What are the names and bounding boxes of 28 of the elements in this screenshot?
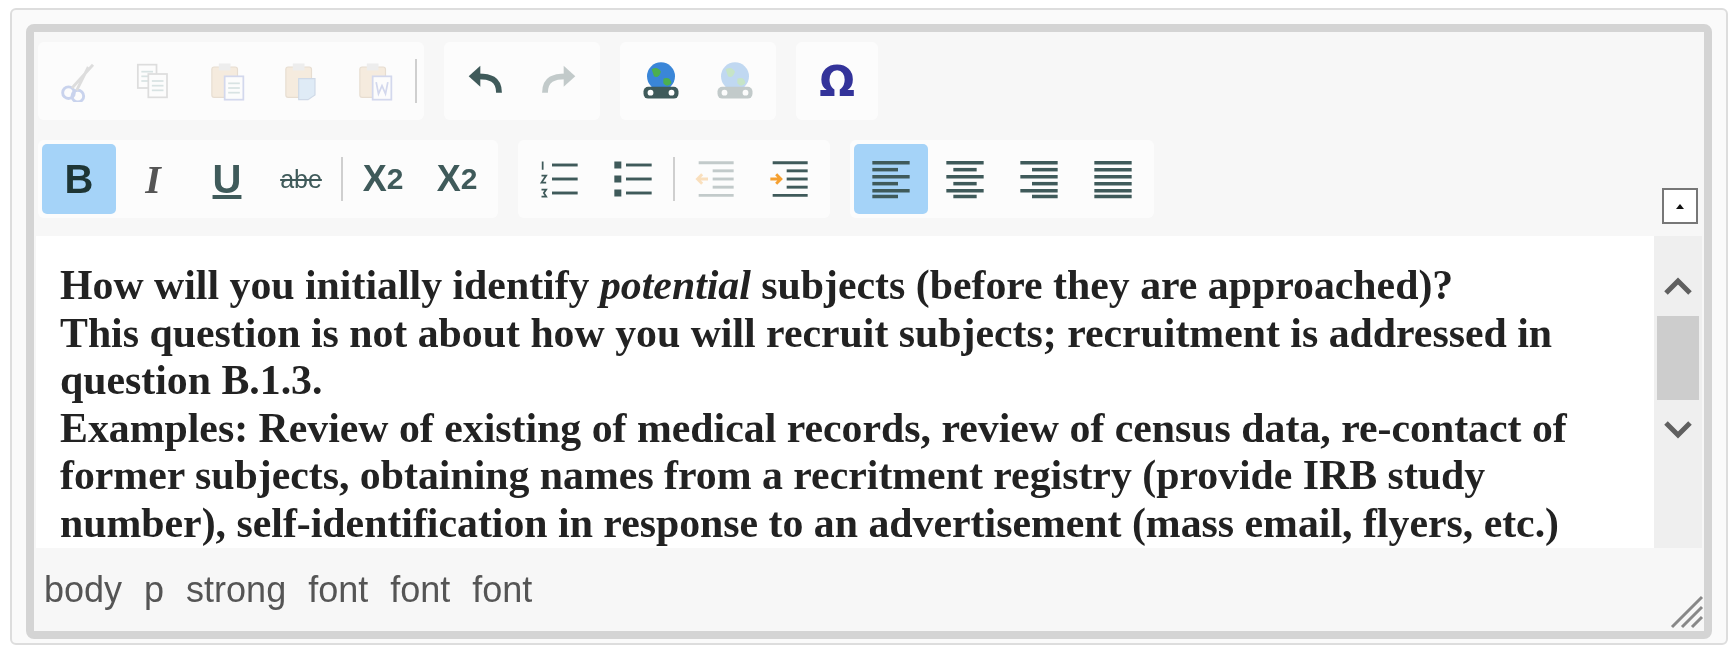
align-right-icon xyxy=(1018,158,1060,200)
element-path-item[interactable]: strong xyxy=(186,568,287,611)
scrollbar-thumb[interactable] xyxy=(1657,316,1699,400)
scroll-up-icon[interactable] xyxy=(1663,276,1693,296)
bold-button[interactable]: B xyxy=(42,144,116,214)
align-center-icon xyxy=(944,158,986,200)
scrollbar[interactable] xyxy=(1654,236,1702,548)
element-path-item[interactable]: p xyxy=(144,568,165,611)
link-globe-icon xyxy=(640,60,682,102)
outdent-icon xyxy=(694,158,736,200)
element-path-item[interactable]: body xyxy=(44,568,123,611)
justify-icon xyxy=(1092,158,1134,200)
element-path-item[interactable]: font xyxy=(390,568,451,611)
symbol-button[interactable]: Ω xyxy=(800,46,874,116)
element-path-item[interactable]: font xyxy=(308,568,369,611)
element-path-item[interactable]: font xyxy=(472,568,533,611)
paragraph: How will you initially identify potential subjects (before they are approached)? xyxy=(60,262,1455,310)
paragraph: This question is not about how you will recruit subjects; recruitment is addressed in question B.1.3. xyxy=(60,309,1554,405)
italic-button[interactable]: I xyxy=(116,144,190,214)
unlink-globe-icon xyxy=(714,60,756,102)
underline-button[interactable]: U xyxy=(190,144,264,214)
align-left-button[interactable] xyxy=(854,144,928,214)
align-left-icon xyxy=(870,158,912,200)
strike-button[interactable]: abe xyxy=(264,144,338,214)
collapse-toolbar-button[interactable] xyxy=(1662,188,1698,224)
paragraph: Examples: Review of existing of medical records, review of census data, re-contact of former subjects, obtaining names from a recritment registry (provide IRB study number), self-identification in response to an advertisement (mass email, flyers, etc.) xyxy=(60,404,1568,547)
indent-icon xyxy=(768,158,810,200)
scroll-down-icon[interactable] xyxy=(1663,420,1693,440)
